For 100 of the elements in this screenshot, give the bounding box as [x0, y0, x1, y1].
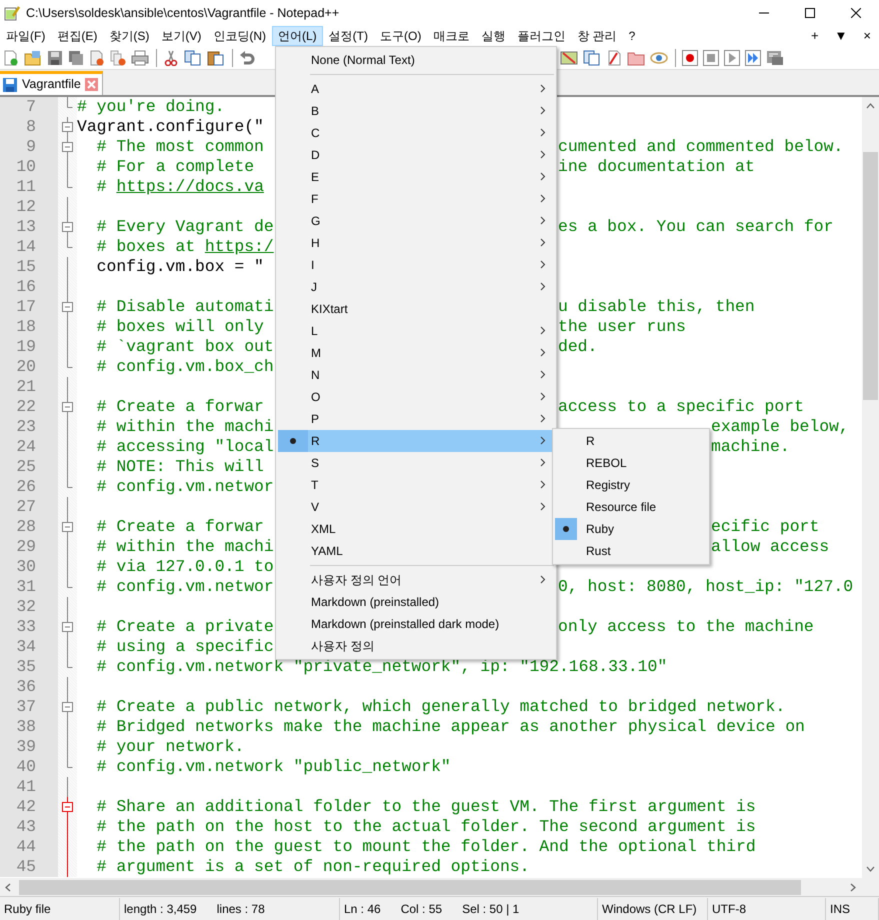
menu-item[interactable]: I [278, 254, 554, 276]
eye-icon[interactable] [650, 50, 668, 66]
menu-item[interactable]: O [278, 386, 554, 408]
menu-item[interactable]: Markdown (preinstalled) [278, 591, 554, 613]
cut-icon[interactable] [163, 50, 179, 66]
menu-item[interactable]: E [278, 166, 554, 188]
menu-item[interactable]: A [278, 78, 554, 100]
document-control[interactable]: + [802, 26, 827, 46]
document-control[interactable]: × [855, 26, 879, 46]
menu-item[interactable]: B [278, 100, 554, 122]
menu-item[interactable]: 찾기(S) [103, 26, 156, 46]
menu-item[interactable]: REBOL [555, 452, 707, 474]
play-icon[interactable] [724, 50, 740, 66]
menu-item[interactable]: Markdown (preinstalled dark mode) [278, 613, 554, 635]
menu-item[interactable]: 편집(E) [51, 26, 104, 46]
menu-item[interactable]: Resource file [555, 496, 707, 518]
menu-item[interactable]: J [278, 276, 554, 298]
code-line: ine documentation at [558, 157, 755, 177]
menu-item[interactable]: KIXtart [278, 298, 554, 320]
menu-item[interactable]: Ruby [555, 518, 707, 540]
menu-item[interactable]: H [278, 232, 554, 254]
menu-item[interactable]: R [555, 430, 707, 452]
macro-list-icon[interactable] [766, 50, 784, 66]
menu-item[interactable]: 도구(O) [374, 26, 428, 46]
menu-item[interactable]: 실행 [475, 26, 512, 46]
save-icon[interactable] [47, 50, 63, 66]
menu-item[interactable]: G [278, 210, 554, 232]
new-file-icon[interactable] [3, 50, 19, 66]
menu-item[interactable]: YAML [278, 540, 554, 562]
file-tab[interactable]: Vagrantfile [0, 71, 103, 95]
menu-item[interactable]: M [278, 342, 554, 364]
menu-item[interactable]: Rust [555, 540, 707, 562]
vertical-scrollbar[interactable] [862, 97, 879, 878]
stop-icon[interactable] [703, 50, 719, 66]
menu-item[interactable]: F [278, 188, 554, 210]
scroll-thumb[interactable] [863, 152, 878, 400]
menu-item[interactable]: None (Normal Text) [278, 49, 554, 71]
code-line: # Share an additional folder to the guest VM. The first argument is [96, 797, 756, 817]
menu-item[interactable]: L [278, 320, 554, 342]
menu-item[interactable]: V [278, 496, 554, 518]
undo-icon[interactable] [239, 50, 255, 66]
function-list-icon[interactable] [606, 50, 622, 66]
menu-item[interactable]: 사용자 정의 [278, 635, 554, 657]
code-line: # Every Vagrant de [96, 217, 274, 237]
line-number: 33 [0, 617, 58, 637]
menu-item[interactable]: 창 관리 [571, 26, 623, 46]
fold-toggle-icon[interactable] [62, 617, 73, 637]
menu-item[interactable]: D [278, 144, 554, 166]
print-icon[interactable] [131, 50, 149, 66]
map-icon[interactable] [560, 50, 578, 66]
record-icon[interactable] [682, 50, 698, 66]
code-line: ecific port [711, 517, 820, 537]
documents-icon[interactable] [583, 50, 601, 66]
horizontal-scrollbar[interactable] [0, 878, 879, 896]
code-line: # NOTE: This will [96, 457, 264, 477]
menu-item[interactable]: ? [622, 26, 642, 46]
open-folder-icon[interactable] [24, 50, 42, 66]
fold-toggle-icon[interactable] [62, 117, 73, 137]
line-number: 42 [0, 797, 58, 817]
menu-item[interactable]: Registry [555, 474, 707, 496]
menu-item[interactable]: C [278, 122, 554, 144]
menu-item[interactable]: P [278, 408, 554, 430]
fold-toggle-icon[interactable] [62, 137, 73, 157]
menu-item[interactable]: N [278, 364, 554, 386]
menu-item[interactable]: 설정(T) [322, 26, 374, 46]
fold-toggle-icon[interactable] [62, 517, 73, 537]
close-icon[interactable] [84, 78, 98, 91]
code-line: # boxes will only [96, 317, 264, 337]
app-icon [4, 5, 20, 21]
menu-item[interactable]: XML [278, 518, 554, 540]
fold-toggle-icon[interactable] [62, 297, 73, 317]
close-all-icon[interactable] [110, 50, 126, 66]
code-line: # Bridged networks make the machine appear as another physical device on [96, 717, 805, 737]
close-file-icon[interactable] [89, 50, 105, 66]
menu-item[interactable]: 인코딩(N) [207, 26, 272, 46]
menu-item[interactable]: S [278, 452, 554, 474]
document-control[interactable]: ▼ [826, 26, 856, 46]
line-number: 10 [0, 157, 58, 177]
fold-toggle-icon[interactable] [62, 397, 73, 417]
menu-item[interactable]: 언어(L) [272, 26, 323, 46]
folder-icon[interactable] [627, 50, 645, 66]
line-number: 31 [0, 577, 58, 597]
copy-icon[interactable] [184, 50, 202, 66]
menu-item[interactable]: R [278, 430, 554, 452]
line-number: 11 [0, 177, 58, 197]
paste-icon[interactable] [207, 50, 225, 66]
status-text: UTF-8 [712, 900, 746, 918]
fold-toggle-icon[interactable] [62, 697, 73, 717]
menu-item[interactable]: 사용자 정의 언어 [278, 569, 554, 591]
menu-item[interactable]: T [278, 474, 554, 496]
scroll-thumb[interactable] [19, 880, 801, 894]
menu-item[interactable]: 플러그인 [511, 26, 572, 46]
menu-item[interactable]: 보기(V) [155, 26, 208, 46]
fold-toggle-icon[interactable] [62, 797, 73, 817]
save-all-icon[interactable] [68, 50, 84, 66]
fast-forward-icon[interactable] [745, 50, 761, 66]
code-line: 0, host: 8080, host_ip: "127.0 [558, 577, 854, 597]
menu-item[interactable]: 매크로 [427, 26, 476, 46]
fold-toggle-icon[interactable] [62, 217, 73, 237]
menu-item[interactable]: 파일(F) [0, 26, 52, 46]
